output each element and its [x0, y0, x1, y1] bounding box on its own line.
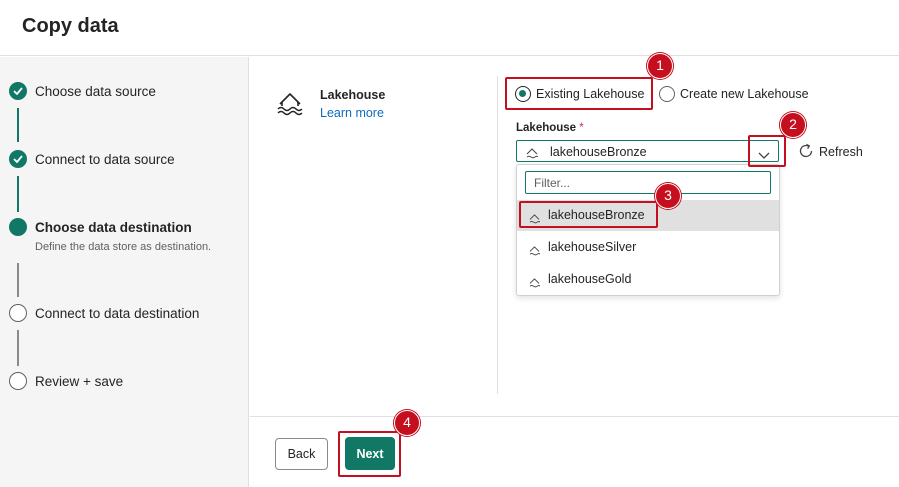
- check-circle-icon: [9, 150, 27, 168]
- step-connect-data-destination: Connect to data destination: [35, 306, 200, 321]
- option-label: lakehouseBronze: [548, 208, 645, 222]
- refresh-button[interactable]: Refresh: [819, 145, 863, 159]
- step-description: Define the data store as destination.: [35, 241, 212, 253]
- next-button[interactable]: Next: [345, 437, 395, 470]
- option-lakehousesilver[interactable]: lakehouseSilver: [517, 232, 779, 263]
- pending-step-icon: [9, 372, 27, 390]
- option-lakehousegold[interactable]: lakehouseGold: [517, 264, 779, 295]
- field-label-text: Lakehouse: [516, 122, 577, 134]
- callout-badge-1: 1: [647, 53, 673, 79]
- refresh-icon[interactable]: [797, 142, 815, 165]
- step-connect-data-source: Connect to data source: [35, 152, 175, 167]
- back-button[interactable]: Back: [275, 438, 328, 470]
- existing-lakehouse-label: Existing Lakehouse: [536, 87, 645, 101]
- lakehouse-icon: [276, 88, 306, 123]
- step-review-save: Review + save: [35, 374, 124, 389]
- required-asterisk: *: [579, 122, 584, 134]
- create-new-lakehouse-radio[interactable]: [659, 86, 675, 102]
- lakehouse-small-icon: [526, 146, 539, 164]
- lakehouse-small-icon: [529, 243, 541, 261]
- step-choose-data-destination: Choose data destination: [35, 220, 192, 235]
- lakehouse-dropdown[interactable]: lakehouseBronze: [516, 140, 779, 162]
- filter-input[interactable]: [525, 171, 771, 194]
- current-step-icon: [9, 218, 27, 236]
- dropdown-value: lakehouseBronze: [550, 145, 647, 159]
- option-label: lakehouseSilver: [548, 240, 637, 254]
- steps-sidebar: [0, 57, 249, 487]
- step-connector: [17, 108, 19, 142]
- lakehouse-small-icon: [529, 211, 541, 229]
- callout-badge-2: 2: [780, 112, 806, 138]
- create-new-lakehouse-label: Create new Lakehouse: [680, 87, 809, 101]
- step-connector: [17, 176, 19, 212]
- learn-more-link[interactable]: Learn more: [320, 106, 384, 120]
- pending-step-icon: [9, 304, 27, 322]
- lakehouse-field-label: Lakehouse *: [516, 122, 584, 134]
- option-label: lakehouseGold: [548, 272, 632, 286]
- check-circle-icon: [9, 82, 27, 100]
- dialog-header: Copy data: [0, 0, 899, 56]
- chevron-down-icon[interactable]: [758, 147, 770, 165]
- step-connector: [17, 330, 19, 366]
- step-choose-data-source: Choose data source: [35, 84, 156, 99]
- callout-badge-4: 4: [394, 410, 420, 436]
- existing-lakehouse-radio[interactable]: [515, 86, 531, 102]
- step-connector: [17, 263, 19, 297]
- dialog-title: Copy data: [22, 15, 119, 37]
- destination-name: Lakehouse: [320, 88, 386, 102]
- callout-badge-3: 3: [655, 183, 681, 209]
- divider: [497, 76, 498, 394]
- lakehouse-small-icon: [529, 275, 541, 293]
- option-lakehousebronze[interactable]: lakehouseBronze: [517, 200, 779, 231]
- footer-divider: [250, 416, 899, 417]
